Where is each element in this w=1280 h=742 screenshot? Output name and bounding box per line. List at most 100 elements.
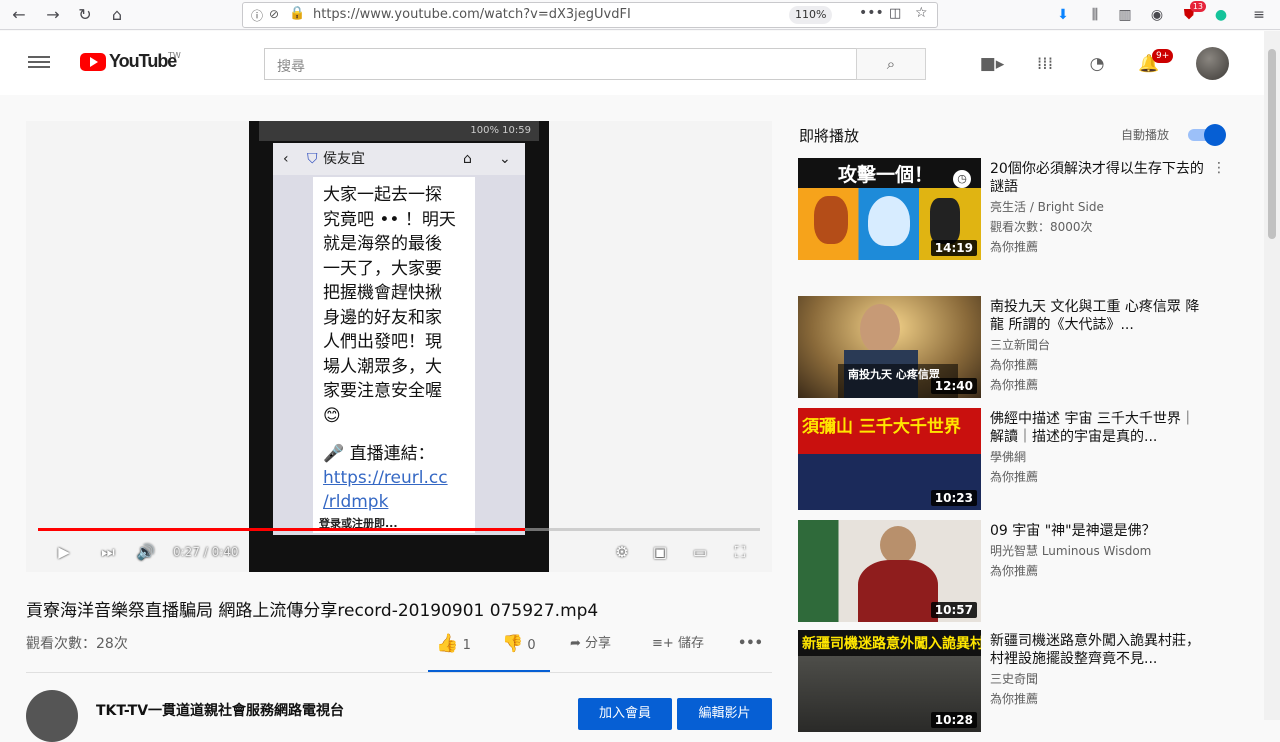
- video-meta-2: 為你推薦: [990, 378, 1039, 392]
- recommended-video[interactable]: 南投九天 心疼信眾 12:40 南投九天 文化與工重 心疼信眾 降龍 所謂的《大…: [798, 296, 1228, 400]
- edit-video-button[interactable]: 編輯影片: [677, 698, 772, 730]
- save-button[interactable]: ≡+ 儲存: [652, 632, 704, 656]
- scrollbar-thumb[interactable]: [1268, 49, 1276, 239]
- create-video-icon[interactable]: ■▸: [979, 51, 1005, 77]
- autoplay-label: 自動播放: [1121, 128, 1170, 142]
- recommended-video[interactable]: 10:57 09 宇宙 "神"是神還是佛？ 明光智慧 Luminous Wisd…: [798, 520, 1228, 624]
- search-placeholder: 搜尋: [277, 59, 305, 75]
- up-next-label: 即將播放: [799, 127, 860, 145]
- dislike-button[interactable]: 👎 0: [502, 632, 536, 658]
- video-thumbnail[interactable]: 須彌山 三千大千世界 10:23: [798, 408, 981, 510]
- share-button[interactable]: ➦ 分享: [570, 632, 611, 656]
- video-meta: 為你推薦: [990, 692, 1039, 706]
- phone-chat-area: 大家一起去一探 究竟吧 •• ！明天 就是海祭的最後 一天了，大家要 把握機會趕快揪 身邊…: [273, 175, 525, 535]
- thumbnail-figure: [814, 196, 848, 244]
- save-label: 儲存: [677, 636, 704, 651]
- thumbnail-text: 攻擊一個！: [838, 164, 934, 186]
- pocket-icon[interactable]: ◫: [889, 6, 901, 21]
- recommended-video[interactable]: 須彌山 三千大千世界 10:23 佛經中描述 宇宙 三千大千世界｜解讀｜描述的宇…: [798, 408, 1228, 512]
- message-line: 身邊的好友和家: [323, 307, 442, 328]
- app-menu-icon[interactable]: ≡: [1248, 4, 1270, 26]
- site-info-icon[interactable]: ⓘ: [251, 7, 263, 24]
- messages-icon[interactable]: ◔: [1084, 51, 1110, 77]
- video-thumbnail[interactable]: 10:57: [798, 520, 981, 622]
- tracking-protection-icon[interactable]: ⊘: [269, 7, 279, 21]
- video-title[interactable]: 南投九天 文化與工重 心疼信眾 降龍 所謂的《大代誌》...: [990, 298, 1208, 334]
- video-duration: 10:28: [930, 712, 977, 728]
- search-button[interactable]: ⌕: [856, 48, 926, 80]
- watch-later-icon[interactable]: ◷: [953, 170, 971, 188]
- home-icon[interactable]: ⌂: [106, 4, 128, 26]
- account-avatar[interactable]: [1196, 47, 1229, 80]
- share-arrow-icon: ➦: [570, 636, 581, 651]
- phone-chat-header: ‹ ⛉ 侯友宜 ⌂ ⌄: [273, 143, 525, 175]
- account-icon[interactable]: ◉: [1146, 4, 1168, 26]
- progress-bar[interactable]: [38, 528, 760, 531]
- next-video-icon[interactable]: ⏭: [96, 540, 120, 564]
- video-title[interactable]: 佛經中描述 宇宙 三千大千世界｜解讀｜描述的宇宙是真的...: [990, 410, 1208, 446]
- youtube-logo-text[interactable]: YouTube: [109, 51, 177, 72]
- download-icon[interactable]: ⬇: [1052, 4, 1074, 26]
- message-link-2: /rldmpk: [323, 492, 389, 512]
- miniplayer-icon[interactable]: ▣: [648, 540, 672, 564]
- channel-avatar[interactable]: [26, 690, 78, 742]
- play-icon[interactable]: ▶: [52, 540, 76, 564]
- recommended-video[interactable]: 新疆司機迷路意外闖入詭異村莊 10:28 新疆司機迷路意外闖入詭異村莊，村裡設施…: [798, 630, 1228, 734]
- video-duration: 12:40: [930, 378, 977, 394]
- video-player[interactable]: 100% 10:59 ‹ ⛉ 侯友宜 ⌂ ⌄ 大家一起去一探 究竟吧 •• ！明天…: [26, 121, 772, 572]
- settings-gear-icon[interactable]: ⚙: [610, 540, 634, 564]
- guide-menu-icon[interactable]: [28, 53, 50, 71]
- phone-chat-name: 侯友宜: [323, 151, 365, 167]
- zoom-level[interactable]: 110%: [789, 6, 833, 24]
- dislike-count: 0: [527, 638, 536, 653]
- browser-toolbar: ← → ↻ ⌂ ⓘ ⊘ 🔒 https://www.youtube.com/wa…: [0, 0, 1280, 30]
- logo-region: TW: [168, 51, 181, 60]
- page-scrollbar[interactable]: [1264, 31, 1280, 720]
- fullscreen-icon[interactable]: ⛶: [728, 540, 752, 564]
- phone-shield-icon: ⛉: [307, 151, 318, 167]
- bookmark-star-icon[interactable]: ☆: [915, 5, 928, 21]
- search-input[interactable]: 搜尋: [264, 48, 856, 80]
- forward-arrow-icon[interactable]: →: [42, 4, 64, 26]
- thumbnail-face: [880, 526, 916, 564]
- url-text[interactable]: https://www.youtube.com/watch?v=dX3jegUv…: [313, 7, 631, 22]
- video-title[interactable]: 20個你必須解決才得以生存下去的謎語: [990, 160, 1208, 196]
- url-bar[interactable]: ⓘ ⊘ 🔒 https://www.youtube.com/watch?v=dX…: [242, 2, 938, 28]
- toggle-knob: [1204, 124, 1226, 146]
- ublock-icon[interactable]: ⛊ 13: [1178, 1, 1206, 26]
- theater-mode-icon[interactable]: ▭: [688, 540, 712, 564]
- video-channel[interactable]: 亮生活 / Bright Side: [990, 198, 1104, 216]
- video-thumbnail[interactable]: 新疆司機迷路意外闖入詭異村莊 10:28: [798, 630, 981, 732]
- reload-icon[interactable]: ↻: [74, 4, 96, 26]
- playlist-add-icon: ≡+: [652, 636, 674, 651]
- video-title[interactable]: 09 宇宙 "神"是神還是佛？: [990, 522, 1208, 540]
- join-button[interactable]: 加入會員: [578, 698, 672, 730]
- channel-name[interactable]: TKT-TV一貫道道親社會服務網路電視台: [96, 700, 344, 720]
- video-channel[interactable]: 明光智慧 Luminous Wisdom: [990, 542, 1151, 560]
- youtube-logo-icon[interactable]: [80, 53, 106, 71]
- recommended-video[interactable]: 攻擊一個！ ◷ 14:19 20個你必須解決才得以生存下去的謎語 亮生活 / B…: [798, 158, 1228, 262]
- page-actions-icon[interactable]: •••: [859, 5, 884, 21]
- grammarly-icon[interactable]: ●: [1210, 4, 1232, 26]
- info-divider: [26, 672, 772, 673]
- autoplay-toggle[interactable]: [1188, 124, 1226, 146]
- video-channel[interactable]: 三立新聞台: [990, 336, 1050, 354]
- more-options-icon[interactable]: ⋮: [1212, 160, 1226, 176]
- library-icon[interactable]: ⫼: [1084, 4, 1106, 26]
- thumbnail-text: 須彌山 三千大千世界: [802, 417, 961, 437]
- video-meta: 為你推薦: [990, 470, 1039, 484]
- video-title[interactable]: 新疆司機迷路意外闖入詭異村莊，村裡設施擺設整齊竟不見...: [990, 632, 1208, 668]
- apps-grid-icon[interactable]: ⁞⁞⁞: [1032, 51, 1058, 77]
- more-actions-button[interactable]: •••: [738, 632, 763, 656]
- video-duration: 10:23: [930, 490, 977, 506]
- sidebar-icon[interactable]: ▥: [1114, 4, 1136, 26]
- video-channel[interactable]: 學佛網: [990, 448, 1026, 466]
- back-arrow-icon[interactable]: ←: [8, 4, 30, 26]
- video-meta: 為你推薦: [990, 358, 1039, 372]
- video-channel[interactable]: 三史奇聞: [990, 670, 1038, 688]
- volume-icon[interactable]: 🔊: [134, 540, 158, 564]
- like-button[interactable]: 👍 1: [436, 632, 471, 658]
- video-thumbnail[interactable]: 南投九天 心疼信眾 12:40: [798, 296, 981, 398]
- live-label: 直播連結：: [349, 444, 435, 464]
- video-thumbnail[interactable]: 攻擊一個！ ◷ 14:19: [798, 158, 981, 260]
